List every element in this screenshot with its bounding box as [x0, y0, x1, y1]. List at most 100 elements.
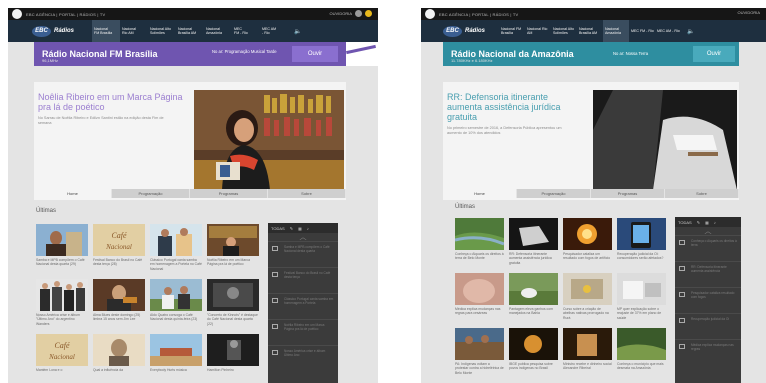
- link-icon[interactable]: ✎: [697, 220, 700, 225]
- nav-item-mec-am-rio[interactable]: MEC AM - Rio: [655, 20, 681, 42]
- news-card[interactable]: Aldo Quatro convoga o Café Nacional dest…: [150, 279, 202, 330]
- station-banner: Rádio Nacional FM Brasília 96,1MHz No ar…: [34, 42, 346, 66]
- nav-item-nacional-amazonia[interactable]: Nacional Amazônia: [204, 20, 232, 42]
- news-card-caption: Aldo Quatro convoga o Café Nacional dest…: [150, 313, 198, 322]
- tab-sobre[interactable]: Sobre: [268, 189, 346, 198]
- ouvir-button[interactable]: Ouvir: [693, 46, 735, 62]
- news-card[interactable]: Conheça o município que mais desmata na …: [617, 328, 666, 379]
- ebc-logo-icon[interactable]: [12, 9, 22, 19]
- news-card[interactable]: Recuperação judicial da Oi: consumidores…: [617, 218, 666, 269]
- news-card[interactable]: Everybody Hurts música: [150, 334, 202, 383]
- tab-home[interactable]: Home: [34, 189, 112, 198]
- speaker-icon[interactable]: 🔈: [687, 28, 694, 35]
- text-icon: [272, 350, 278, 355]
- news-card[interactable]: Noêlia Ribeiro em um Marca Página pra lá…: [207, 224, 259, 275]
- ouvir-button[interactable]: Ouvir: [292, 46, 338, 62]
- side-item[interactable]: Nosso América crise e álbum Último Ano: [268, 345, 338, 371]
- tab-programacao[interactable]: Programação: [112, 189, 190, 198]
- side-tab-todas[interactable]: TODAS: [678, 220, 692, 225]
- svg-text:Café: Café: [111, 231, 127, 240]
- ebc-logo-icon[interactable]: [425, 9, 435, 19]
- screenshot-composite: EBC AGÊNCIA | PORTAL | RÁDIOS | TV OUVID…: [0, 0, 766, 383]
- news-card[interactable]: RR: Defensoria itinerante aumenta assist…: [509, 218, 558, 269]
- news-card[interactable]: Hamilton Pinheiro: [207, 334, 259, 383]
- main-nav: EBC Rádios Nacional FM Brasília Nacional…: [421, 20, 766, 42]
- news-card-caption: Hamilton Pinheiro: [207, 368, 234, 372]
- tab-programacao[interactable]: Programação: [517, 189, 591, 198]
- side-item[interactable]: Recuperação judicial da Oi: [675, 313, 741, 339]
- news-card[interactable]: Ministro recebe e dinheiro social Alexan…: [563, 328, 612, 379]
- side-panel: TODAS ✎ ▦ ♪ ︿ Samba e MPB compõem o Café…: [268, 223, 338, 383]
- hero-feature[interactable]: RR: Defensoria itinerante aumenta assist…: [443, 82, 739, 200]
- nav-item-nacional-rio-am[interactable]: Nacional Rio AM: [525, 20, 551, 42]
- brand[interactable]: EBC Rádios: [443, 24, 485, 38]
- nav-item-mec-fm-rio[interactable]: MEC FM - Rio: [629, 20, 655, 42]
- accessibility-icon[interactable]: [355, 10, 362, 17]
- top-links[interactable]: EBC AGÊNCIA | PORTAL | RÁDIOS | TV: [26, 12, 105, 17]
- news-card[interactable]: Pantagem eleva ganhos com manejados na B…: [509, 273, 558, 324]
- news-card[interactable]: Café Nacional Mantém Lona e o: [36, 334, 88, 383]
- speaker-icon[interactable]: 🔈: [294, 28, 301, 35]
- nav-item-mec-am-rio[interactable]: MEC AM - Rio: [260, 20, 288, 42]
- side-item[interactable]: Clássico Portugal canta samba em homenag…: [268, 293, 338, 319]
- scroll-up-icon[interactable]: ︿: [675, 227, 741, 235]
- news-card[interactable]: Curso sobre a criação de abelhas nativas…: [563, 273, 612, 324]
- news-card[interactable]: Clássico Portugal canta samba em homenag…: [150, 224, 202, 275]
- top-links[interactable]: EBC AGÊNCIA | PORTAL | RÁDIOS | TV: [439, 12, 518, 17]
- news-card[interactable]: Samba e MPB compõem o Café Nacional dest…: [36, 224, 88, 275]
- nav-item-nacional-rio-am[interactable]: Nacional Rio AM: [120, 20, 148, 42]
- side-item[interactable]: Conheça o Aiquaris os direitos à terra: [675, 235, 741, 261]
- side-item[interactable]: Festival Banco do Brasil no Café desta t…: [268, 267, 338, 293]
- side-item[interactable]: Pesquisador cataliza resultado com fogos: [675, 287, 741, 313]
- scroll-up-icon[interactable]: ︿: [268, 233, 338, 241]
- news-card-caption: Festival Banco do Brasil no Café desta t…: [93, 258, 143, 267]
- ouvidoria-link[interactable]: OUVIDORIA: [738, 10, 760, 15]
- tab-sobre[interactable]: Sobre: [665, 189, 739, 198]
- news-grid: Conheça o Aiquaris os direitos à terra d…: [455, 218, 667, 379]
- tab-home[interactable]: Home: [443, 189, 517, 198]
- nav-item-nacional-fm-brasilia[interactable]: Nacional FM Brasília: [92, 20, 120, 42]
- hero-headline[interactable]: RR: Defensoria itinerante aumenta assist…: [447, 92, 583, 122]
- side-item[interactable]: Noêlia Ribeiro em um Marca Página pra lá…: [268, 319, 338, 345]
- tab-programas[interactable]: Programas: [591, 189, 665, 198]
- video-icon[interactable]: ▦: [298, 226, 302, 231]
- text-icon: [272, 272, 278, 277]
- news-card[interactable]: Nosso América crise e álbum "Último Ano"…: [36, 279, 88, 330]
- nav-item-nacional-brasilia-am[interactable]: Nacional Brasília AM: [176, 20, 204, 42]
- audio-icon[interactable]: ♪: [307, 226, 309, 231]
- hero-feature[interactable]: Noêlia Ribeiro em um Marca Página pra lá…: [34, 82, 346, 200]
- hero-headline[interactable]: Noêlia Ribeiro em um Marca Página pra lá…: [38, 92, 186, 112]
- news-card[interactable]: Médica explica mudanças nas regras para …: [455, 273, 504, 324]
- news-card[interactable]: Alma Blues deste domingo (25) limbra 15 …: [93, 279, 145, 330]
- audio-icon[interactable]: ♪: [714, 220, 716, 225]
- contrast-icon[interactable]: [365, 10, 372, 17]
- hero-summary: No Sarrau de Noêlia Ribeiro e Edilzn San…: [38, 116, 164, 125]
- news-card[interactable]: IBGE publica pesquisa sobre povos indíge…: [509, 328, 558, 379]
- side-item[interactable]: Médica explica mudanças nas regras: [675, 339, 741, 365]
- news-card[interactable]: Café Nacional Festival Banco do Brasil no …: [93, 224, 145, 275]
- news-card-caption: Ministro recebe e dinheiro social Alexan…: [563, 362, 612, 371]
- nav-item-nacional-amazonia[interactable]: Nacional Amazônia: [603, 20, 629, 42]
- news-card[interactable]: "Concerto de Kinnots" é destaque do Café…: [207, 279, 259, 330]
- nav-item-alto-solimoes[interactable]: Nacional Alto Solimões: [551, 20, 577, 42]
- nav-item-nacional-brasilia-am[interactable]: Nacional Brasília AM: [577, 20, 603, 42]
- brand[interactable]: EBC Rádios: [32, 24, 74, 38]
- nav-item-mec-fm-rio[interactable]: MEC FM - Rio: [232, 20, 260, 42]
- news-card[interactable]: Conheça o Aiquaris os direitos à terra d…: [455, 218, 504, 269]
- video-icon[interactable]: ▦: [705, 220, 709, 225]
- nav-item-alto-solimoes[interactable]: Nacional Alto Solimões: [148, 20, 176, 42]
- news-card[interactable]: Qual a influência da: [93, 334, 145, 383]
- link-icon[interactable]: ✎: [290, 226, 293, 231]
- side-item[interactable]: RR: Defensoria itinerante aumenta assist…: [675, 261, 741, 287]
- news-card[interactable]: MP quer explicação sobre o reajuste de 3…: [617, 273, 666, 324]
- side-tab-todas[interactable]: TODAS: [271, 226, 285, 231]
- news-card-caption: Everybody Hurts música: [150, 368, 187, 372]
- nav-item-nacional-fm-brasilia[interactable]: Nacional FM Brasília: [499, 20, 525, 42]
- side-item[interactable]: Samba e MPB compõem o Café Nacional dest…: [268, 241, 338, 267]
- news-card[interactable]: PA: Indígenas voltam a protestar contra …: [455, 328, 504, 379]
- hero-photo[interactable]: [194, 90, 344, 190]
- hero-photo[interactable]: [593, 90, 737, 190]
- tab-programas[interactable]: Programas: [190, 189, 268, 198]
- news-card[interactable]: Pesquisador cataliza um resultado com fo…: [563, 218, 612, 269]
- ouvidoria-link[interactable]: OUVIDORIA: [330, 11, 352, 16]
